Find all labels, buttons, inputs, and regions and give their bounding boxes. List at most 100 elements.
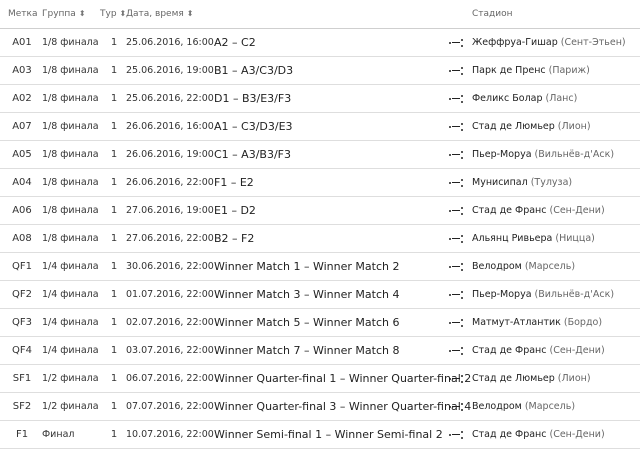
match-datetime: 25.06.2016, 16:00 (126, 37, 214, 48)
versus-dots-icon[interactable] (449, 66, 463, 75)
table-row[interactable]: A05 1/8 финала 1 26.06.2016, 19:00 C1 – A3/B… (0, 141, 640, 169)
stadium-name: Мунисипал (472, 177, 528, 188)
versus-dots-icon-cell[interactable] (446, 393, 466, 420)
table-row[interactable]: A03 1/8 финала 1 25.06.2016, 19:00 B1 – A3/C… (0, 57, 640, 85)
match-label: QF1 (12, 261, 32, 272)
match-stadium: Парк де Пренс (Париж) (472, 57, 640, 84)
versus-dots-icon-cell[interactable] (446, 309, 466, 336)
versus-dots-icon-cell[interactable] (446, 197, 466, 224)
column-header-group-text: Группа (42, 9, 76, 19)
table-row[interactable]: SF2 1/2 финала 1 07.07.2016, 22:00 Winner Qu… (0, 393, 640, 421)
stadium-city: (Сен-Дени) (549, 345, 605, 356)
versus-dots-icon-cell[interactable] (446, 253, 466, 280)
stadium-name: Матмут-Атлантик (472, 317, 561, 328)
sort-arrows-icon[interactable]: ⬍ (187, 10, 194, 18)
match-datetime: 26.06.2016, 19:00 (126, 149, 214, 160)
versus-dots-icon[interactable] (449, 94, 463, 103)
stadium-city: (Ницца) (555, 233, 595, 244)
table-row[interactable]: A02 1/8 финала 1 25.06.2016, 22:00 D1 – B3/E… (0, 85, 640, 113)
match-tour: 1 (110, 93, 118, 104)
versus-dots-icon-cell[interactable] (446, 57, 466, 84)
match-datetime: 25.06.2016, 19:00 (126, 65, 214, 76)
stadium-city: (Вильнёв-д'Аск) (534, 289, 615, 300)
stadium-city: (Тулуза) (530, 177, 573, 188)
match-group: Финал (42, 429, 75, 440)
versus-dots-icon[interactable] (449, 346, 463, 355)
versus-dots-icon[interactable] (449, 150, 463, 159)
column-header-group[interactable]: Группа ⬍ (42, 0, 102, 28)
table-row[interactable]: A06 1/8 финала 1 27.06.2016, 19:00 E1 – D2 Ст… (0, 197, 640, 225)
versus-dots-icon[interactable] (449, 430, 463, 439)
match-datetime: 06.07.2016, 22:00 (126, 373, 214, 384)
table-row[interactable]: A04 1/8 финала 1 26.06.2016, 22:00 F1 – E2 Му… (0, 169, 640, 197)
column-header-label-text: Метка (8, 9, 38, 19)
versus-dots-icon[interactable] (449, 38, 463, 47)
match-datetime: 07.07.2016, 22:00 (126, 401, 214, 412)
match-label: F1 (15, 429, 29, 440)
match-group: 1/8 финала (42, 233, 99, 244)
versus-dots-icon-cell[interactable] (446, 29, 466, 56)
column-header-datetime[interactable]: Дата, время ⬍ (126, 0, 220, 28)
versus-dots-icon-cell[interactable] (446, 365, 466, 392)
versus-dots-icon[interactable] (449, 178, 463, 187)
match-group: 1/8 финала (42, 93, 99, 104)
match-stadium: Стад де Франс (Сен-Дени) (472, 421, 640, 448)
table-row[interactable]: A07 1/8 финала 1 26.06.2016, 16:00 A1 – C3/D… (0, 113, 640, 141)
match-teams: Winner Match 7 – Winner Match 8 (214, 344, 400, 357)
sort-arrows-icon[interactable]: ⬍ (79, 10, 86, 18)
match-tour: 1 (110, 177, 118, 188)
versus-dots-icon-cell[interactable] (446, 421, 466, 448)
versus-dots-icon-cell[interactable] (446, 113, 466, 140)
versus-dots-icon[interactable] (449, 318, 463, 327)
table-row[interactable]: QF1 1/4 финала 1 30.06.2016, 22:00 Winner Ma… (0, 253, 640, 281)
match-label: SF1 (12, 373, 32, 384)
stadium-name: Жеффруа-Гишар (472, 37, 558, 48)
stadium-name: Стад де Франс (472, 345, 547, 356)
stadium-name: Стад де Франс (472, 205, 547, 216)
stadium-name: Альянц Ривьера (472, 233, 553, 244)
match-label: A06 (12, 205, 32, 216)
match-teams: F1 – E2 (214, 176, 254, 189)
column-header-tour[interactable]: Тур ⬍ (100, 0, 126, 28)
table-row[interactable]: QF4 1/4 финала 1 03.07.2016, 22:00 Winner Ma… (0, 337, 640, 365)
versus-dots-icon-cell[interactable] (446, 225, 466, 252)
match-stadium: Пьер-Моруа (Вильнёв-д'Аск) (472, 281, 640, 308)
versus-dots-icon[interactable] (449, 290, 463, 299)
match-group: 1/2 финала (42, 401, 99, 412)
match-tour: 1 (110, 345, 118, 356)
match-group: 1/8 финала (42, 65, 99, 76)
stadium-city: (Сент-Этьен) (560, 37, 626, 48)
match-tour: 1 (110, 373, 118, 384)
matches-table: Метка Группа ⬍ Тур ⬍ Дата, время ⬍ Стади… (0, 0, 640, 449)
table-row[interactable]: A08 1/8 финала 1 27.06.2016, 22:00 B2 – F2 Ал… (0, 225, 640, 253)
versus-dots-icon[interactable] (449, 206, 463, 215)
stadium-city: (Ланс) (545, 93, 578, 104)
match-tour: 1 (110, 37, 118, 48)
table-row[interactable]: QF2 1/4 финала 1 01.07.2016, 22:00 Winner Ma… (0, 281, 640, 309)
match-tour: 1 (110, 289, 118, 300)
versus-dots-icon[interactable] (449, 402, 463, 411)
stadium-city: (Лион) (557, 373, 591, 384)
table-row[interactable]: F1 Финал 1 10.07.2016, 22:00 Winner Semi-fin… (0, 421, 640, 449)
versus-dots-icon-cell[interactable] (446, 169, 466, 196)
versus-dots-icon[interactable] (449, 262, 463, 271)
match-tour: 1 (110, 205, 118, 216)
table-row[interactable]: QF3 1/4 финала 1 02.07.2016, 22:00 Winner Ma… (0, 309, 640, 337)
versus-dots-icon[interactable] (449, 122, 463, 131)
match-tour: 1 (110, 429, 118, 440)
versus-dots-icon[interactable] (449, 234, 463, 243)
match-datetime: 10.07.2016, 22:00 (126, 429, 214, 440)
stadium-name: Велодром (472, 261, 522, 272)
versus-dots-icon-cell[interactable] (446, 337, 466, 364)
versus-dots-icon-cell[interactable] (446, 141, 466, 168)
table-row[interactable]: A01 1/8 финала 1 25.06.2016, 16:00 A2 – C2 Же… (0, 29, 640, 57)
match-label: A02 (12, 93, 32, 104)
versus-dots-icon-cell[interactable] (446, 85, 466, 112)
stadium-city: (Лион) (557, 121, 591, 132)
match-datetime: 30.06.2016, 22:00 (126, 261, 214, 272)
table-row[interactable]: SF1 1/2 финала 1 06.07.2016, 22:00 Winner Qu… (0, 365, 640, 393)
versus-dots-icon[interactable] (449, 374, 463, 383)
match-label: A08 (12, 233, 32, 244)
versus-dots-icon-cell[interactable] (446, 281, 466, 308)
match-stadium: Жеффруа-Гишар (Сент-Этьен) (472, 29, 640, 56)
